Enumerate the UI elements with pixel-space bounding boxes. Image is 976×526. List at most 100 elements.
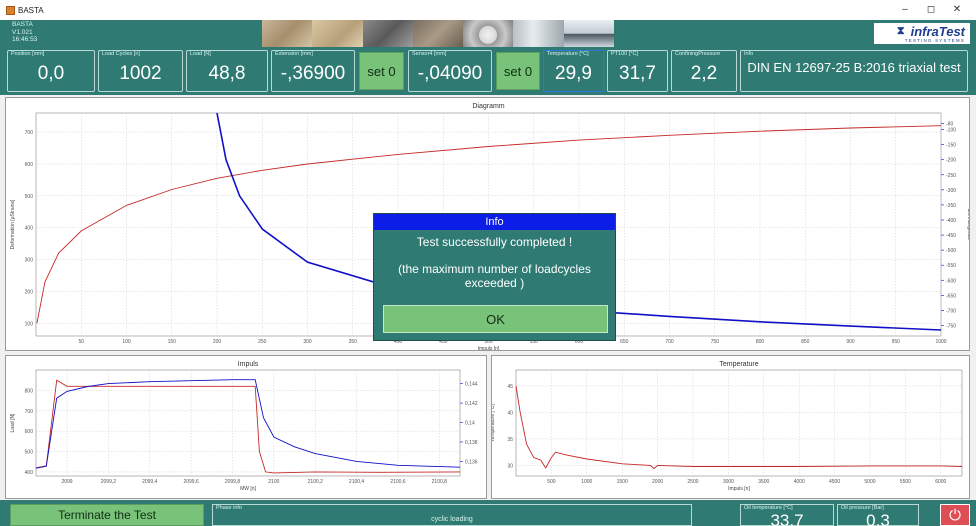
y2-tick-label: -500 bbox=[946, 248, 956, 254]
set-zero-extension-button[interactable]: set 0 bbox=[359, 52, 404, 90]
confining-pressure-label: ConfiningPressure bbox=[675, 51, 721, 57]
y-axis-label: Load [N] bbox=[10, 413, 16, 433]
x-tick-label: 2100,6 bbox=[390, 479, 406, 485]
dialog-title: Info bbox=[374, 214, 615, 230]
info-readout: Info DIN EN 12697-25 B:2016 triaxial tes… bbox=[740, 50, 968, 92]
temperature-chart-panel: Temperature 500 1000 1500 2000 2500 3000 3500 40… bbox=[491, 355, 970, 499]
position-value: 0,0 bbox=[37, 63, 65, 84]
x-tick-label: 500 bbox=[547, 479, 556, 485]
x-tick-label: 150 bbox=[168, 339, 177, 345]
y2-tick-label: -650 bbox=[946, 293, 956, 299]
app-info: BASTA V1.021 16:46:53 bbox=[12, 21, 37, 44]
x-tick-label: 4500 bbox=[829, 479, 840, 485]
y-tick-label: 700 bbox=[25, 130, 34, 136]
x-tick-label: 5000 bbox=[864, 479, 875, 485]
y-tick-label: 400 bbox=[25, 470, 34, 476]
photo-sand bbox=[312, 20, 363, 47]
oil-temperature-value: 33,7 bbox=[770, 511, 804, 526]
close-button[interactable]: ✕ bbox=[944, 3, 970, 17]
confining-pressure-value: 2,2 bbox=[690, 63, 718, 84]
y2-tick-label: -700 bbox=[946, 308, 956, 314]
y2-tick-label: 0,136 bbox=[465, 459, 478, 465]
x-tick-label: 2000 bbox=[652, 479, 663, 485]
readout-row: Position [mm] 0,0 Load Cycles [n] 1002 L… bbox=[0, 47, 976, 95]
sensor4-label: Sensor4 [mm] bbox=[412, 51, 447, 57]
x-tick-label: 3000 bbox=[723, 479, 734, 485]
pt100-label: PT100 [°C] bbox=[611, 51, 638, 57]
temperature-value: 29,9 bbox=[555, 63, 592, 84]
y2-tick-label: 0,144 bbox=[465, 382, 478, 388]
x-tick-label: 200 bbox=[213, 339, 222, 345]
y2-axis-label: Deformation [mm] bbox=[485, 403, 486, 443]
temperature-label: Temperature [°C] bbox=[547, 51, 589, 57]
x-tick-label: 100 bbox=[122, 339, 131, 345]
position-label: Position [mm] bbox=[11, 51, 45, 57]
x-tick-label: 750 bbox=[711, 339, 720, 345]
x-tick-label: 5500 bbox=[900, 479, 911, 485]
photo-cylinder bbox=[513, 20, 564, 47]
y2-tick-label: 0,142 bbox=[465, 401, 478, 407]
x-tick-label: 800 bbox=[756, 339, 765, 345]
extension-label: Extension [mm] bbox=[275, 51, 313, 57]
x-tick-label: 1000 bbox=[935, 339, 946, 345]
x-tick-label: 2100,2 bbox=[308, 479, 324, 485]
phase-info-value: cyclic loading bbox=[431, 516, 473, 523]
window-controls: – ◻ ✕ bbox=[892, 3, 970, 17]
load-cycles-value: 1002 bbox=[119, 63, 162, 84]
power-icon[interactable]: ⏻ bbox=[940, 504, 970, 526]
load-cycles-label: Load Cycles [n] bbox=[102, 51, 140, 57]
y-tick-label: 500 bbox=[25, 194, 34, 200]
y-tick-label: 45 bbox=[507, 384, 513, 390]
maximize-button[interactable]: ◻ bbox=[918, 3, 944, 17]
x-tick-label: 700 bbox=[665, 339, 674, 345]
dialog-ok-button[interactable]: OK bbox=[383, 305, 608, 333]
extension-value: -,36900 bbox=[280, 63, 346, 84]
header-band: BASTA V1.021 16:46:53 ⧗ infraTest TESTING… bbox=[0, 20, 976, 47]
infratest-logo: ⧗ infraTest TESTING SYSTEMS bbox=[874, 23, 970, 44]
y2-tick-label: -600 bbox=[946, 278, 956, 284]
impuls-chart: Impuls 2099 2099,2 2099,4 2099,6 2099,8 2100 21… bbox=[10, 361, 486, 492]
y2-tick-label: 0,14 bbox=[465, 421, 475, 427]
y2-tick-label: -150 bbox=[946, 143, 956, 149]
load-value: 48,8 bbox=[208, 63, 246, 84]
x-tick-label: 3500 bbox=[758, 479, 769, 485]
phase-info-label: Phase info bbox=[216, 505, 242, 511]
bottom-bar: Terminate the Test Phase info cyclic loa… bbox=[0, 500, 976, 526]
y-axis-label: Temperature [°C] bbox=[492, 403, 496, 441]
info-dialog: Info Test successfully completed ! (the … bbox=[373, 213, 616, 341]
x-tick-label: 250 bbox=[258, 339, 267, 345]
minimize-button[interactable]: – bbox=[892, 3, 918, 17]
x-tick-label: 650 bbox=[620, 339, 629, 345]
photo-asphalt bbox=[362, 20, 413, 47]
phase-info-box: Phase info cyclic loading bbox=[212, 504, 692, 526]
header-photo-strip bbox=[262, 20, 614, 47]
position-readout: Position [mm] 0,0 bbox=[7, 50, 95, 92]
y2-tick-label: -750 bbox=[946, 323, 956, 329]
load-label: Load [N] bbox=[190, 51, 211, 57]
set-zero-sensor4-button[interactable]: set 0 bbox=[496, 52, 540, 90]
y2-tick-label: -300 bbox=[946, 188, 956, 194]
extension-readout: Extension [mm] -,36900 bbox=[271, 50, 355, 92]
x-tick-label: 6000 bbox=[935, 479, 946, 485]
y2-tick-label: -250 bbox=[946, 173, 956, 179]
x-tick-label: 350 bbox=[349, 339, 358, 345]
y-tick-label: 400 bbox=[25, 226, 34, 232]
window-title: BASTA bbox=[18, 5, 44, 15]
sensor4-value: -,04090 bbox=[417, 63, 483, 84]
y-tick-label: 30 bbox=[507, 463, 513, 469]
y-axis-label: Deformation [µStrains] bbox=[10, 199, 16, 249]
terminate-test-button[interactable]: Terminate the Test bbox=[10, 504, 204, 526]
photo-aggregate bbox=[412, 20, 464, 47]
chart-title: Temperature bbox=[719, 361, 758, 368]
photo-gravel bbox=[262, 20, 313, 47]
x-tick-label: 2099,8 bbox=[225, 479, 241, 485]
x-axis-label: Impuls [n] bbox=[728, 486, 750, 492]
x-tick-label: 950 bbox=[892, 339, 901, 345]
dialog-detail: (the maximum number of loadcycles exceed… bbox=[398, 262, 591, 290]
y-tick-label: 40 bbox=[507, 410, 513, 416]
x-tick-label: 2099,6 bbox=[183, 479, 199, 485]
y2-axis-label: Dehnungsrate bbox=[966, 209, 969, 241]
oil-pressure-readout: Oil pressure [Bar] 0,3 bbox=[837, 504, 919, 526]
temperature-readout: Temperature [°C] 29,9 bbox=[543, 50, 604, 92]
confining-pressure-readout: ConfiningPressure 2,2 bbox=[671, 50, 737, 92]
